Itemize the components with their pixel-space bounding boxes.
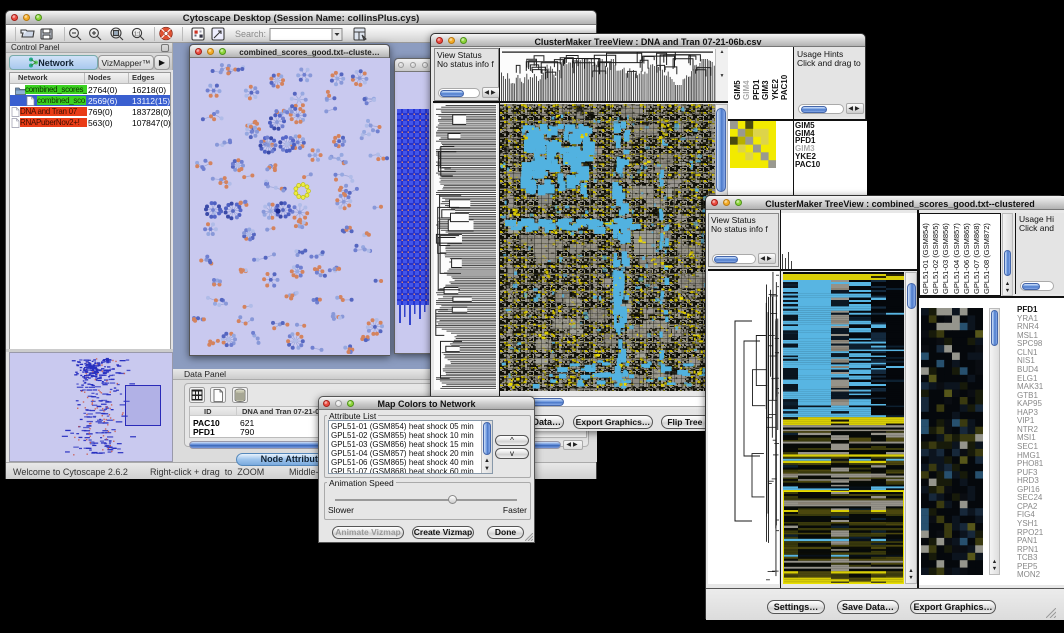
svg-text:Search:: Search: xyxy=(235,29,266,39)
svg-text:1:1: 1:1 xyxy=(134,32,141,38)
